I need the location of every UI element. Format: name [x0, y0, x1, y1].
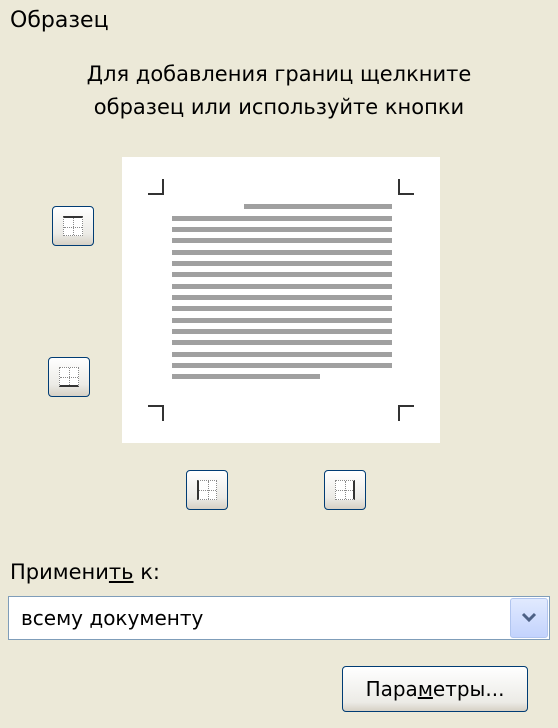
preview-text-line [172, 306, 392, 311]
preview-text-line [172, 238, 392, 243]
apply-to-label: Применить к: [10, 560, 160, 584]
preview-text-line [172, 284, 392, 289]
preview-text-line [172, 250, 392, 255]
corner-mark-top-left [148, 179, 164, 195]
corner-mark-top-right [398, 179, 414, 195]
apply-to-label-part: Примени [10, 560, 109, 584]
corner-mark-bottom-right [398, 405, 414, 421]
preview-text-line [172, 216, 392, 221]
apply-to-select[interactable]: всему документу [8, 596, 550, 640]
options-button-mnemonic: м [417, 677, 433, 701]
instructions-line-2: образец или используйте кнопки [93, 95, 465, 119]
options-button-label-part: Пара [365, 677, 418, 701]
preview-text-line [172, 261, 392, 266]
chevron-down-icon [521, 612, 537, 623]
preview-text-line [244, 204, 392, 209]
preview-text-line [172, 272, 392, 277]
options-button[interactable]: Пара м етры... [342, 666, 528, 712]
preview-text-line [172, 352, 392, 357]
bottom-border-icon [59, 367, 79, 387]
dropdown-button[interactable] [510, 598, 548, 638]
bottom-border-button[interactable] [48, 357, 90, 397]
apply-to-selected-value: всему документу [21, 606, 204, 630]
apply-to-label-part: к: [133, 560, 160, 584]
preview-text-line [172, 227, 392, 232]
preview-text-line [172, 329, 392, 334]
preview-text-line [172, 295, 392, 300]
preview-text-line [172, 374, 320, 379]
instructions-text: Для добавления границ щелкните образец и… [0, 58, 558, 124]
border-preview[interactable] [122, 157, 440, 443]
top-border-button[interactable] [52, 206, 94, 246]
preview-text-line [172, 340, 392, 345]
instructions-line-1: Для добавления границ щелкните [86, 62, 472, 86]
corner-mark-bottom-left [148, 405, 164, 421]
left-border-button[interactable] [186, 470, 228, 510]
apply-to-label-mnemonic: ть [108, 560, 134, 584]
preview-text-line [172, 363, 392, 368]
options-button-label-part: етры... [432, 677, 505, 701]
right-border-button[interactable] [324, 470, 366, 510]
top-border-icon [63, 216, 83, 236]
right-border-icon [335, 480, 355, 500]
section-title: Образец [10, 8, 109, 33]
left-border-icon [197, 480, 217, 500]
preview-text-line [172, 318, 392, 323]
